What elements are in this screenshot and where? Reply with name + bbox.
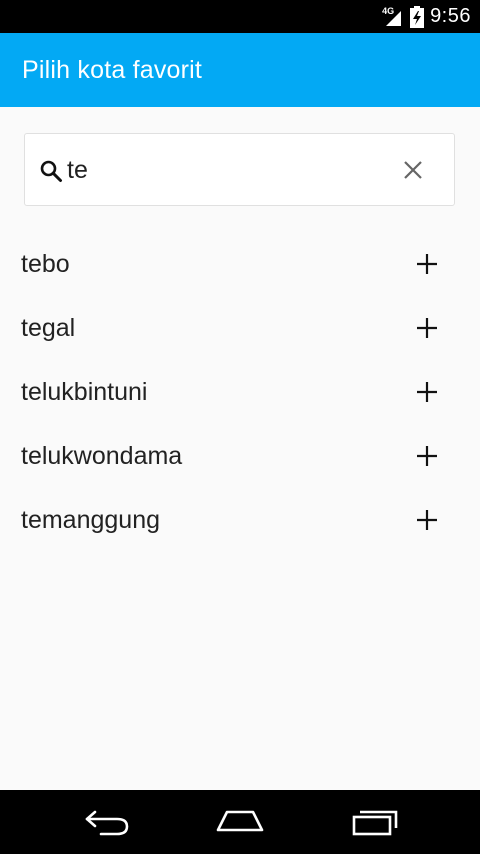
list-item[interactable]: telukwondama bbox=[0, 424, 480, 488]
back-icon[interactable] bbox=[81, 806, 135, 838]
add-icon[interactable] bbox=[415, 380, 439, 404]
list-item[interactable]: tegal bbox=[0, 296, 480, 360]
clear-icon[interactable] bbox=[402, 159, 424, 181]
search-box[interactable] bbox=[24, 133, 455, 206]
city-name: temanggung bbox=[21, 505, 161, 534]
recents-icon[interactable] bbox=[348, 806, 402, 838]
city-name: telukbintuni bbox=[21, 377, 148, 406]
city-list: tebo tegal telukbintuni telukwondama tem… bbox=[0, 232, 480, 552]
navigation-bar bbox=[0, 790, 480, 854]
battery-icon bbox=[410, 5, 425, 28]
add-icon[interactable] bbox=[415, 316, 439, 340]
status-time: 9:56 bbox=[430, 5, 471, 27]
city-name: tebo bbox=[21, 249, 70, 278]
city-name: telukwondama bbox=[21, 441, 183, 470]
app-bar: Pilih kota favorit bbox=[0, 33, 480, 107]
signal-icon bbox=[386, 10, 402, 26]
list-item[interactable]: telukbintuni bbox=[0, 360, 480, 424]
list-item[interactable]: temanggung bbox=[0, 488, 480, 552]
search-icon bbox=[40, 160, 62, 182]
list-item[interactable]: tebo bbox=[0, 232, 480, 296]
status-bar: 4G 9:56 bbox=[0, 0, 480, 33]
add-icon[interactable] bbox=[415, 252, 439, 276]
home-icon[interactable] bbox=[213, 806, 267, 838]
search-input[interactable] bbox=[67, 152, 387, 188]
add-icon[interactable] bbox=[415, 444, 439, 468]
city-name: tegal bbox=[21, 313, 76, 342]
page-title: Pilih kota favorit bbox=[22, 55, 203, 84]
signal-indicator: 4G bbox=[382, 5, 404, 29]
add-icon[interactable] bbox=[415, 508, 439, 532]
